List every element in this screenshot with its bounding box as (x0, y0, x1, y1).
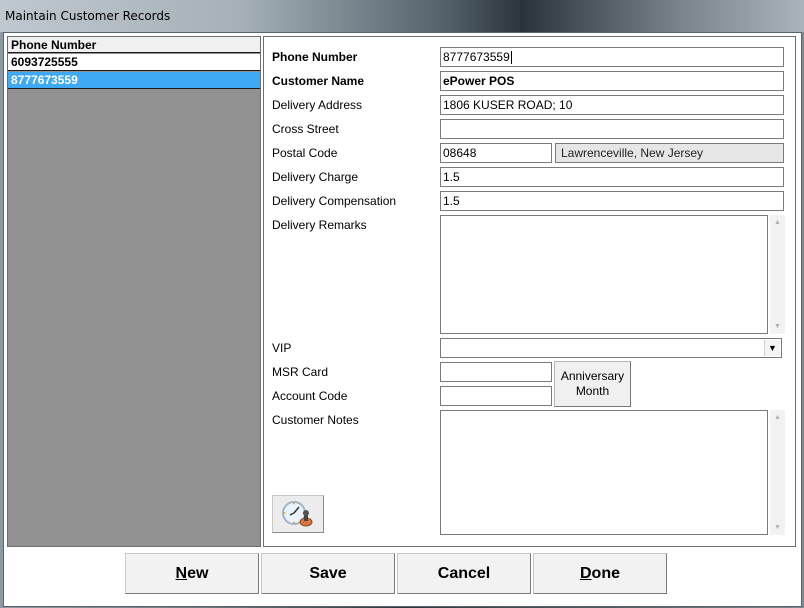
msr-card-input[interactable] (440, 362, 552, 382)
cancel-button[interactable]: Cancel (397, 553, 531, 594)
account-code-input[interactable] (440, 386, 552, 406)
new-button[interactable]: New (125, 553, 259, 594)
list-item-selected[interactable]: 8777673559 (8, 72, 260, 89)
chevron-down-icon[interactable]: ▼ (764, 340, 780, 356)
phone-number-input[interactable]: 8777673559 (440, 47, 784, 67)
window-title: Maintain Customer Records (5, 9, 171, 23)
delivery-compensation-label: Delivery Compensation (272, 194, 397, 208)
vip-label: VIP (272, 341, 292, 355)
text-caret (510, 51, 512, 65)
title-bar[interactable]: Maintain Customer Records (0, 0, 804, 32)
clock-history-button[interactable] (272, 495, 324, 533)
app-window: Maintain Customer Records Phone Number 6… (0, 0, 804, 608)
city-state-display: Lawrenceville, New Jersey (555, 143, 784, 163)
list-item[interactable]: 6093725555 (8, 54, 260, 71)
customer-list: Phone Number 6093725555 8777673559 (7, 36, 261, 547)
msr-card-label: MSR Card (272, 365, 329, 379)
anniversary-button-line2: Month (575, 384, 610, 398)
delivery-remarks-scrollbar[interactable]: ▲ ▼ (770, 215, 785, 334)
postal-code-label: Postal Code (272, 146, 338, 160)
customer-name-label: Customer Name (272, 74, 365, 88)
scroll-up-icon[interactable]: ▲ (774, 414, 781, 421)
anniversary-button-line1: Anniversary (560, 369, 625, 383)
delivery-charge-input[interactable]: 1.5 (440, 167, 784, 187)
vip-select[interactable]: ▼ (440, 338, 782, 358)
done-label-rest: one (591, 565, 620, 582)
customer-notes-scrollbar[interactable]: ▲ ▼ (770, 410, 785, 535)
customer-form: Phone Number 8777673559 Customer Name eP… (263, 36, 796, 547)
delivery-charge-label: Delivery Charge (272, 170, 359, 184)
delivery-address-input[interactable]: 1806 KUSER ROAD; 10 (440, 95, 784, 115)
phone-number-value: 8777673559 (443, 50, 510, 64)
cross-street-label: Cross Street (272, 122, 339, 136)
list-header-phone-number[interactable]: Phone Number (8, 37, 260, 53)
done-button[interactable]: Done (533, 553, 667, 594)
anniversary-month-button[interactable]: Anniversary Month (554, 361, 631, 407)
save-button[interactable]: Save (261, 553, 395, 594)
account-code-label: Account Code (272, 389, 348, 403)
scroll-down-icon[interactable]: ▼ (774, 323, 781, 330)
customer-notes-textarea[interactable] (440, 410, 768, 535)
client-area: Phone Number 6093725555 8777673559 Phone… (3, 32, 802, 607)
postal-code-input[interactable]: 08648 (440, 143, 552, 163)
customer-notes-label: Customer Notes (272, 413, 359, 427)
new-label-rest: ew (187, 565, 209, 582)
delivery-remarks-label: Delivery Remarks (272, 218, 367, 232)
delivery-compensation-input[interactable]: 1.5 (440, 191, 784, 211)
scroll-down-icon[interactable]: ▼ (774, 524, 781, 531)
phone-number-label: Phone Number (272, 50, 358, 64)
cross-street-input[interactable] (440, 119, 784, 139)
done-mnemonic: D (579, 565, 592, 582)
delivery-remarks-textarea[interactable] (440, 215, 768, 334)
new-mnemonic: N (175, 565, 188, 582)
delivery-address-label: Delivery Address (272, 98, 363, 112)
customer-name-input[interactable]: ePower POS (440, 71, 784, 91)
clock-stamp-icon (282, 501, 313, 527)
scroll-up-icon[interactable]: ▲ (774, 219, 781, 226)
